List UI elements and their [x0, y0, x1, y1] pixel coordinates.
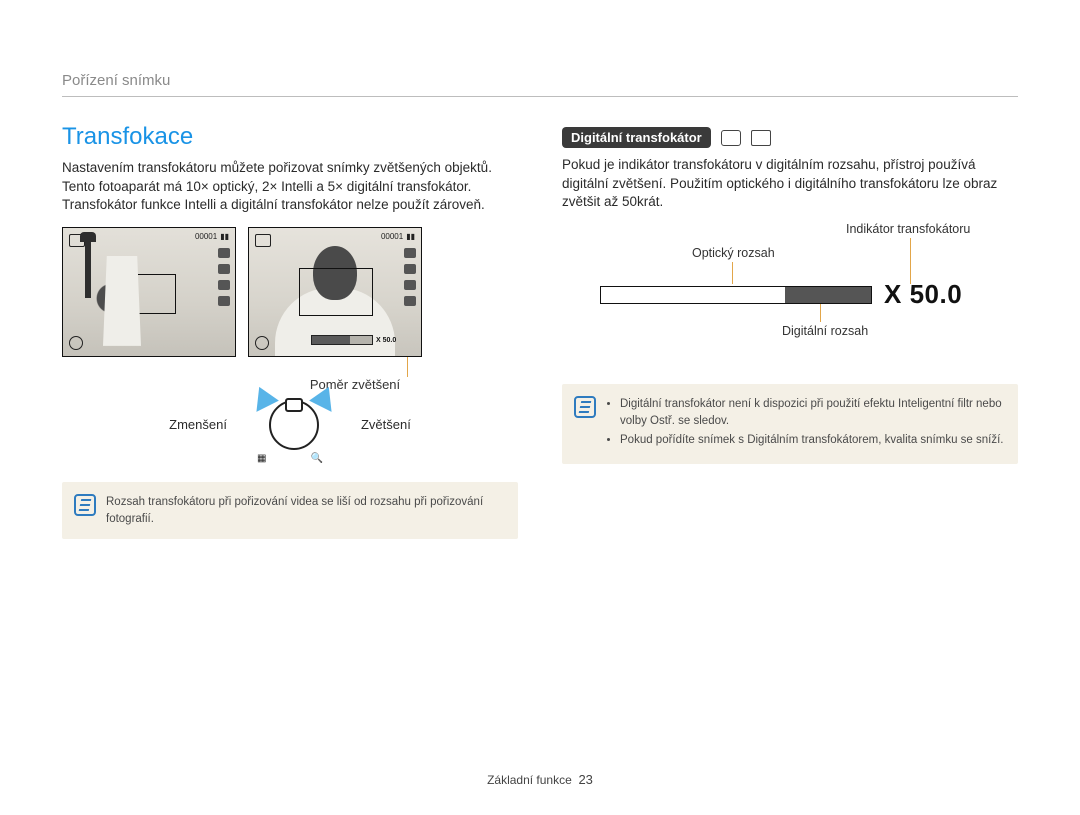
shot-counter: 00001 — [195, 232, 217, 241]
note-text: Rozsah transfokátoru při pořizování vide… — [106, 496, 483, 525]
zoom-dial-icon — [269, 400, 319, 450]
scene-mode-icon — [751, 130, 771, 146]
shot-counter: 00001 — [381, 232, 403, 241]
battery-icon: ▮▮ — [220, 232, 229, 241]
lead-optical — [732, 262, 733, 284]
battery-icon: ▮▮ — [406, 232, 415, 241]
digital-label: Digitální rozsah — [782, 324, 868, 338]
optical-label: Optický rozsah — [692, 246, 775, 260]
note-icon — [74, 494, 96, 516]
dial-subicons: ▦ 🔍 — [62, 453, 518, 464]
breadcrumb-bar: Pořízení snímku — [62, 72, 1018, 97]
zoom-scale-diagram: Indikátor transfokátoru Optický rozsah X… — [600, 224, 1018, 344]
screenshot-tele: 00001 ▮▮ X 50.0 — [248, 227, 422, 357]
note-box-right: Digitální transfokátor není k dispozici … — [562, 384, 1018, 464]
footer-section: Základní funkce — [487, 773, 572, 787]
focus-frame — [299, 268, 373, 316]
ratio-caption: Poměr zvětšení — [192, 377, 518, 392]
heading-row: Digitální transfokátor — [562, 127, 1018, 148]
digital-fill — [785, 287, 871, 303]
photo-mode-icon — [721, 130, 741, 146]
callout-line — [407, 353, 518, 377]
note-list: Digitální transfokátor není k dispozici … — [606, 396, 1004, 449]
note-box-left: Rozsah transfokátoru při pořizování vide… — [62, 482, 518, 539]
stabilizer-icon — [255, 336, 269, 350]
note-icon — [574, 396, 596, 418]
magnify-icon: 🔍 — [311, 453, 323, 464]
camera-icon — [255, 234, 271, 247]
zoom-in-label: Zvětšení — [361, 417, 411, 432]
example-screens: 00001 ▮▮ 00001 ▮▮ — [62, 227, 518, 357]
focus-frame — [118, 274, 176, 314]
zoom-value: X 50.0 — [376, 337, 396, 344]
side-icons — [218, 248, 230, 306]
section-badge: Digitální transfokátor — [562, 127, 711, 148]
side-icons — [404, 248, 416, 306]
page-footer: Základní funkce 23 — [0, 772, 1080, 787]
zoom-dial-diagram: Zmenšení Zvětšení — [62, 400, 518, 450]
note-item: Pokud pořídíte snímek s Digitálním trans… — [620, 432, 1004, 449]
status-bar: 00001 ▮▮ — [381, 232, 415, 241]
indicator-label: Indikátor transfokátoru — [846, 222, 970, 236]
zoom-out-label: Zmenšení — [169, 417, 227, 432]
scene-lamp — [85, 238, 91, 298]
breadcrumb: Pořízení snímku — [62, 72, 170, 89]
lead-indicator — [910, 238, 911, 284]
right-column: Digitální transfokátor Pokud je indikáto… — [562, 123, 1018, 539]
thumbnail-icon: ▦ — [257, 453, 266, 464]
intro-paragraph: Nastavením transfokátoru můžete pořizova… — [62, 159, 518, 215]
screenshot-wide: 00001 ▮▮ — [62, 227, 236, 357]
manual-page: Pořízení snímku Transfokace Nastavením t… — [0, 0, 1080, 815]
left-column: Transfokace Nastavením transfokátoru můž… — [62, 123, 518, 539]
zoom-max-value: X 50.0 — [884, 279, 962, 310]
zoom-bar: X 50.0 — [311, 335, 396, 346]
status-bar: 00001 ▮▮ — [195, 232, 229, 241]
page-number: 23 — [578, 772, 592, 787]
lead-digital — [820, 304, 821, 322]
zoom-scale-track — [600, 286, 872, 304]
two-column-layout: Transfokace Nastavením transfokátoru můž… — [62, 123, 1018, 539]
page-title: Transfokace — [62, 123, 518, 151]
note-item: Digitální transfokátor není k dispozici … — [620, 396, 1004, 429]
right-paragraph: Pokud je indikátor transfokátoru v digit… — [562, 156, 1018, 212]
stabilizer-icon — [69, 336, 83, 350]
zoom-track — [311, 335, 373, 345]
